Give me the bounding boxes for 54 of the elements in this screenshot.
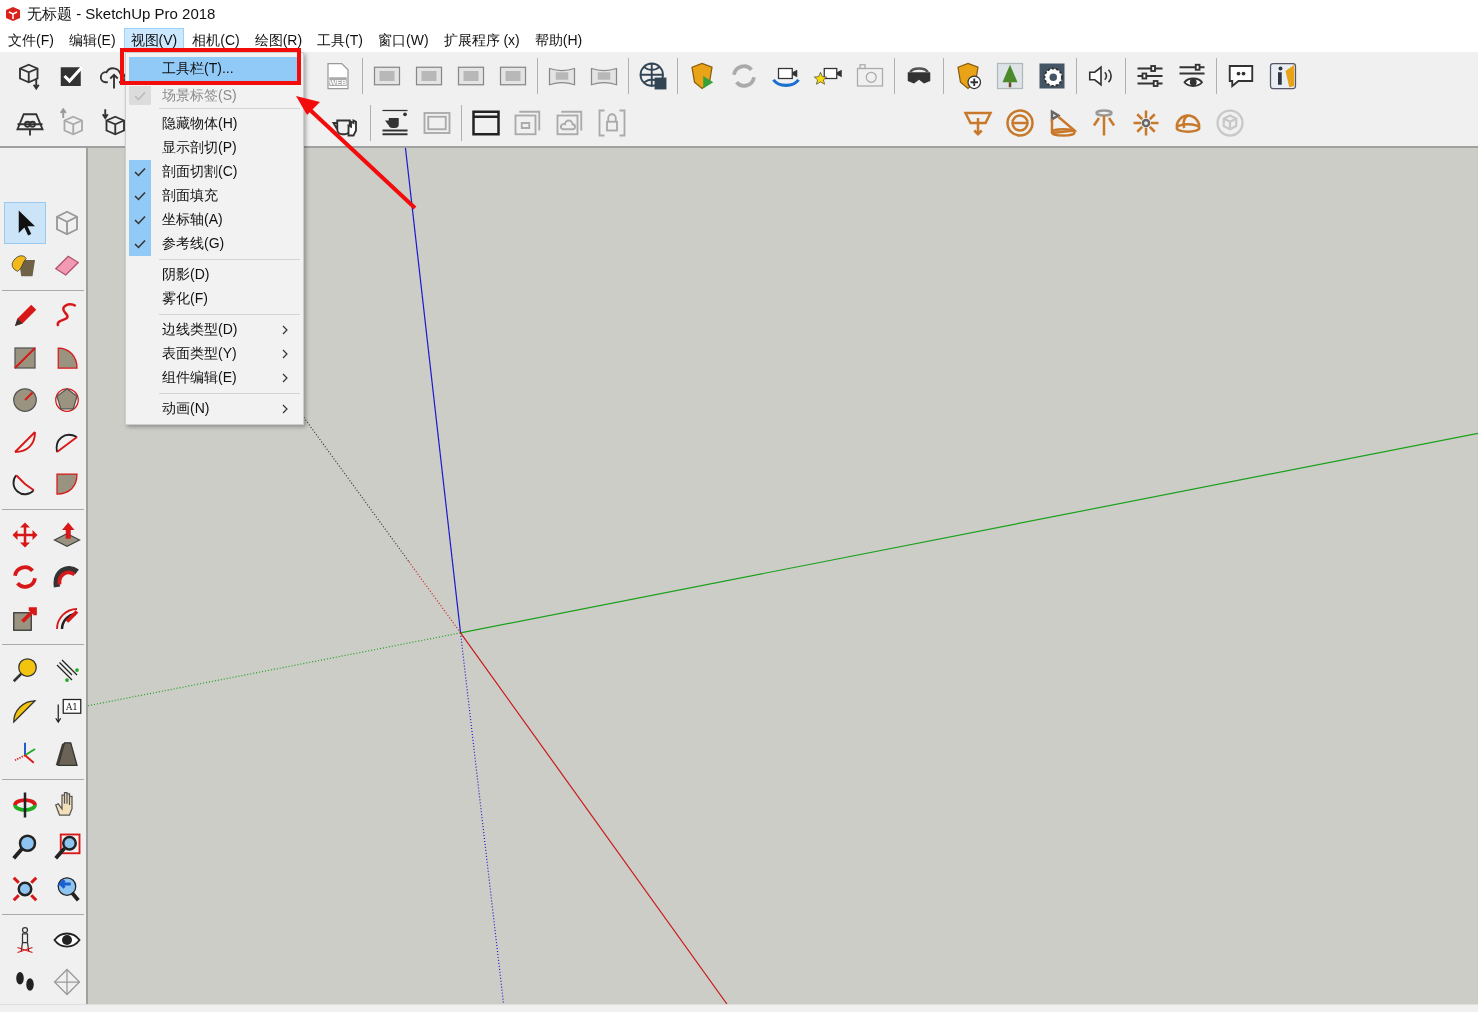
menu-item-label: 边线类型(D) — [162, 321, 239, 339]
menu-item-label: 雾化(F) — [162, 290, 209, 308]
menu-item-label: 场景标签(S) — [162, 86, 238, 105]
menu-item[interactable]: 坐标轴(A) — [129, 208, 300, 232]
menu-bar-item[interactable]: 相机(C) — [185, 28, 247, 52]
menu-item[interactable]: 显示剖切(P) — [129, 136, 300, 160]
menu-bar-item[interactable]: 绘图(R) — [247, 28, 310, 52]
menu-item[interactable]: 参考线(G) — [129, 232, 300, 256]
app-logo-icon — [5, 6, 21, 22]
menu-item[interactable]: 表面类型(Y) — [129, 342, 300, 366]
menu-item-label: 工具栏(T)... — [162, 60, 235, 78]
polygon-icon — [52, 385, 82, 415]
zoom-window-icon — [52, 832, 82, 862]
tape-measure-icon — [10, 655, 40, 685]
menu-bar-item[interactable]: 帮助(H) — [527, 28, 590, 52]
orbit-icon — [10, 790, 40, 820]
rotate-icon — [10, 562, 40, 592]
menu-item-label: 阴影(D) — [162, 266, 211, 284]
pointer-tool-button[interactable] — [4, 202, 46, 244]
menu-item-label: 剖面切割(C) — [162, 163, 239, 181]
menu-item[interactable]: 动画(N) — [129, 397, 300, 421]
menu-bar-item[interactable]: 工具(T) — [310, 28, 370, 52]
ring-icon[interactable] — [1005, 107, 1035, 138]
scale-icon — [10, 604, 40, 634]
menu-bar-item[interactable]: 扩展程序 (x) — [436, 28, 527, 52]
push-pull-icon — [52, 520, 82, 550]
menu-item-label: 参考线(G) — [162, 235, 226, 253]
menu-item[interactable]: 雾化(F) — [129, 287, 300, 311]
tree-icon[interactable] — [995, 60, 1025, 91]
menu-item-label: 显示剖切(P) — [162, 139, 238, 157]
menu-item[interactable]: 剖面切割(C) — [129, 160, 300, 184]
menu-bar-item[interactable]: 编辑(E) — [61, 28, 123, 52]
menu-item-label: 组件编辑(E) — [162, 369, 238, 387]
menu-item[interactable]: 剖面填充 — [129, 184, 300, 208]
window-title: 无标题 - SketchUp Pro 2018 — [27, 4, 216, 24]
info-panel-icon[interactable] — [1268, 60, 1298, 91]
zoom-extents-icon — [10, 874, 40, 904]
menu-item[interactable]: 工具栏(T)... — [129, 57, 300, 81]
move-arrows-icon — [10, 520, 40, 550]
circle-icon — [10, 385, 40, 415]
menu-item-label: 坐标轴(A) — [162, 211, 224, 229]
text-label-tool-button[interactable]: A1 — [46, 691, 88, 733]
menu-bar-item[interactable]: 窗口(W) — [371, 28, 436, 52]
menu-item-label: 表面类型(Y) — [162, 345, 238, 363]
menu-item[interactable]: 组件编辑(E) — [129, 366, 300, 390]
globe-icon[interactable] — [638, 60, 668, 91]
menu-item-label: 隐藏物体(H) — [162, 115, 239, 133]
teapot-icon[interactable] — [380, 107, 410, 138]
menu-item[interactable]: 阴影(D) — [129, 263, 300, 287]
menu-item[interactable]: 隐藏物体(H) — [129, 112, 300, 136]
menu-item-label: 剖面填充 — [162, 187, 219, 205]
menu-bar-item[interactable]: 文件(F) — [1, 28, 61, 52]
menu-item[interactable]: 边线类型(D) — [129, 318, 300, 342]
menu-item-label: 动画(N) — [162, 400, 211, 418]
